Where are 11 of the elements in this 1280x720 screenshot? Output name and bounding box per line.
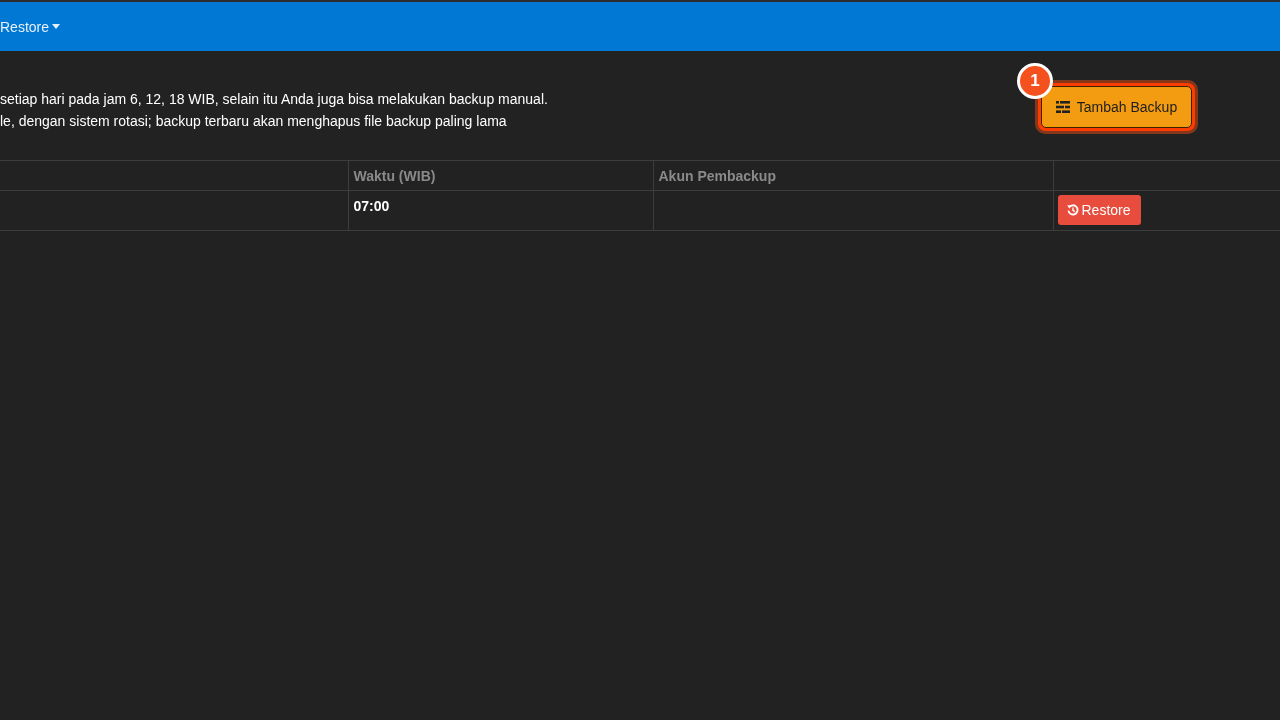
restore-button[interactable]: Restore <box>1057 195 1141 225</box>
column-header: Waktu (WIB) <box>353 167 436 185</box>
column-header: Akun Pembackup <box>658 167 776 185</box>
history-icon <box>1066 204 1079 216</box>
notice-text: le, dengan sistem rotasi; backup terbaru akan menghapus file backup paling lama <box>0 112 508 131</box>
add-backup-button[interactable]: Tambah Backup <box>1041 86 1192 128</box>
time-text: 07:00 <box>353 197 390 215</box>
restore-menu-link[interactable]: Restore <box>0 16 61 37</box>
notice-text: setiap hari pada jam 6, 12, 18 WIB, selain itu Anda juga bisa melakukan backup manual. <box>0 90 548 109</box>
list-icon <box>1055 101 1070 113</box>
step-badge: 1 <box>1017 63 1053 99</box>
